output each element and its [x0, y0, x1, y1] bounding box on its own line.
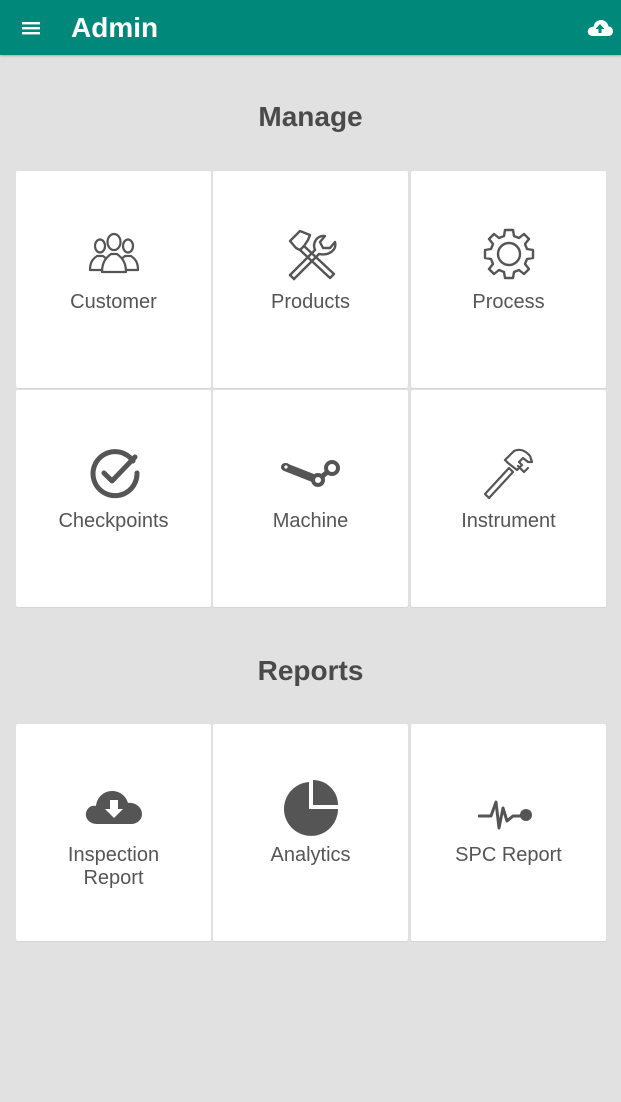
- tile-inspection-report[interactable]: Inspection Report: [16, 724, 211, 941]
- pie-chart-icon: [280, 776, 342, 838]
- section-title-reports: Reports: [257, 655, 364, 686]
- users-icon: [83, 223, 145, 285]
- tile-label: Customer: [70, 291, 157, 313]
- cloud-download-icon: [83, 776, 145, 838]
- tile-process[interactable]: Process: [411, 171, 606, 388]
- hammer-icon: [478, 442, 540, 504]
- tile-label: Analytics: [270, 844, 351, 866]
- gear-icon: [478, 223, 540, 285]
- tile-analytics[interactable]: Analytics: [213, 724, 408, 941]
- tile-label: Process: [472, 291, 545, 313]
- menu-icon[interactable]: [18, 16, 44, 40]
- tile-label: Products: [271, 291, 350, 313]
- tile-spc-report[interactable]: SPC Report: [411, 724, 606, 941]
- pulse-icon: [478, 776, 540, 838]
- app-bar: Admin: [0, 0, 621, 55]
- tile-machine[interactable]: Machine: [213, 390, 408, 607]
- tile-label: Instrument: [461, 510, 556, 532]
- tile-checkpoints[interactable]: Checkpoints: [16, 390, 211, 607]
- check-circle-icon: [83, 442, 145, 504]
- tile-instrument[interactable]: Instrument: [411, 390, 606, 607]
- tile-label: Checkpoints: [58, 510, 169, 532]
- tile-customer[interactable]: Customer: [16, 171, 211, 388]
- tile-label: Machine: [272, 510, 349, 532]
- page-title: Admin: [71, 12, 159, 43]
- section-title-manage: Manage: [258, 101, 363, 132]
- cloud-upload-icon[interactable]: [586, 15, 614, 41]
- tools-icon: [280, 223, 342, 285]
- tile-products[interactable]: Products: [213, 171, 408, 388]
- steam-icon: [280, 442, 342, 504]
- tile-label: SPC Report: [455, 844, 562, 866]
- tile-label: Inspection Report: [67, 844, 160, 889]
